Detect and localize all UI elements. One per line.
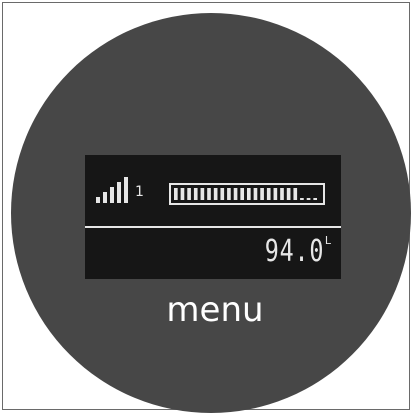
level-segment-filled <box>207 188 211 200</box>
level-segment-filled <box>293 188 298 200</box>
signal-bars-icon <box>96 177 128 203</box>
level-segment-filled <box>247 188 251 200</box>
level-segment-filled <box>233 188 238 200</box>
signal-bar <box>96 197 100 203</box>
level-meter <box>169 183 325 205</box>
level-segment-empty <box>300 198 304 200</box>
level-segment-filled <box>280 188 284 200</box>
level-segment-filled <box>174 188 178 200</box>
level-segment-filled <box>180 188 185 200</box>
signal-bar <box>103 192 107 203</box>
volume-reading: 94.0 L <box>248 235 331 269</box>
display-screen: 1 94.0 L <box>85 155 341 279</box>
level-segment-filled <box>266 188 271 200</box>
channel-number: 1 <box>135 184 144 200</box>
signal-bar <box>117 182 121 203</box>
level-segment-filled <box>273 188 278 200</box>
level-segment-filled <box>187 188 191 200</box>
signal-bar <box>124 177 128 203</box>
level-segment-empty <box>313 198 318 200</box>
level-segment-filled <box>193 188 198 200</box>
level-segment-filled <box>286 188 291 200</box>
menu-button[interactable]: menu <box>0 290 414 330</box>
reading-value: 94.0 <box>264 234 324 269</box>
level-segment-filled <box>240 188 245 200</box>
level-segment-filled <box>220 188 225 200</box>
level-segment-filled <box>213 188 218 200</box>
level-segment-empty <box>306 198 311 200</box>
level-segment-filled <box>227 188 231 200</box>
screen-divider <box>85 226 341 228</box>
level-segment-filled <box>200 188 205 200</box>
reading-unit: L <box>324 234 331 247</box>
level-segment-filled <box>260 188 264 200</box>
level-segment-filled <box>253 188 258 200</box>
signal-bar <box>110 187 114 203</box>
